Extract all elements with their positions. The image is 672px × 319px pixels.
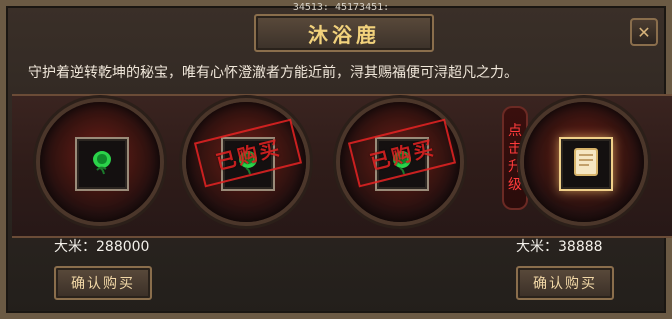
price-right: 大米：38888	[516, 239, 603, 255]
slot-3[interactable]: 已购买	[340, 102, 460, 222]
dialog-frame: 34513: 45173451: 451/252153 沐浴鹿 ✕ 守护着逆转乾…	[0, 0, 672, 319]
price-left: 大米：288000	[54, 239, 150, 255]
upgrade-char: 升	[508, 159, 522, 175]
card-icon	[567, 143, 605, 185]
upgrade-char: 点	[508, 123, 522, 139]
upgrade-char: 击	[508, 141, 522, 157]
item-box[interactable]	[75, 137, 129, 191]
buy-button-left[interactable]: 确认购买	[54, 266, 152, 300]
title-bar: 沐浴鹿	[254, 14, 434, 52]
rose-icon	[83, 143, 121, 185]
upgrade-char: 级	[508, 177, 522, 193]
slot-4[interactable]	[524, 102, 644, 222]
close-button[interactable]: ✕	[630, 18, 658, 46]
slot-2[interactable]: 已购买	[186, 102, 306, 222]
top-stats: 34513: 45173451: 451/252153	[292, 2, 390, 25]
buy-button-right[interactable]: 确认购买	[516, 266, 614, 300]
close-icon: ✕	[637, 22, 651, 42]
description: 守护着逆转乾坤的秘宝，唯有心怀澄澈者方能近前，浔其赐福便可浔超凡之力。	[28, 65, 518, 81]
slot-1[interactable]	[40, 102, 160, 222]
title: 沐浴鹿	[308, 22, 380, 47]
item-box[interactable]	[559, 137, 613, 191]
